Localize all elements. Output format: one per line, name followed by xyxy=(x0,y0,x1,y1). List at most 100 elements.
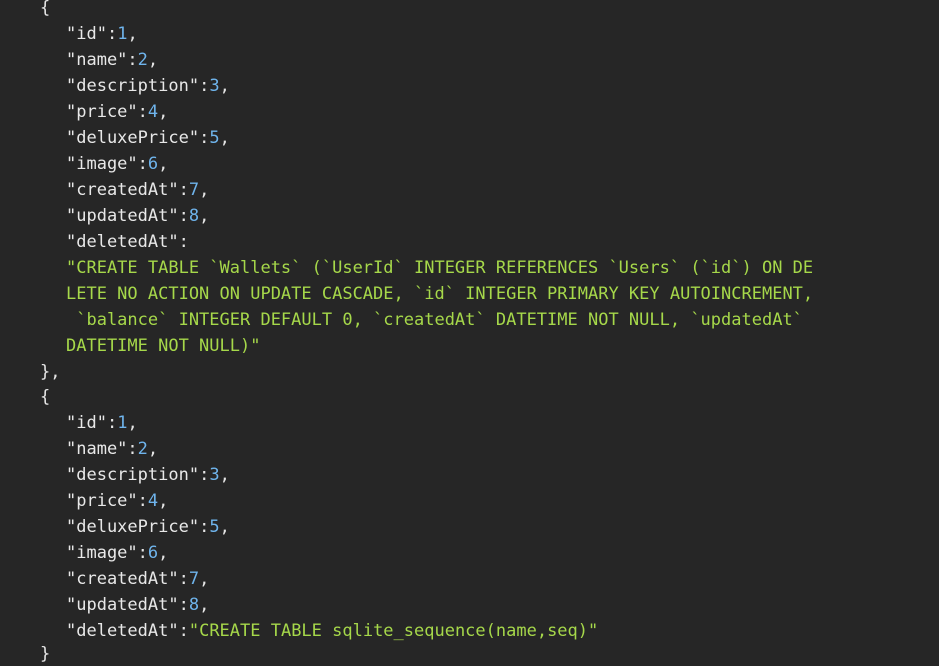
json-number: 5 xyxy=(209,128,220,148)
brace-char: } xyxy=(40,644,51,664)
code-line: "image":6, xyxy=(66,151,168,177)
code-line: "id":1, xyxy=(66,410,138,436)
comma: , xyxy=(219,465,230,485)
comma: , xyxy=(158,102,169,122)
brace-char: }, xyxy=(40,362,61,382)
code-viewer[interactable]: { "id":1, "name":2, "description":3, "pr… xyxy=(0,0,939,666)
code-line: "price":4, xyxy=(66,488,168,514)
json-number: 8 xyxy=(188,595,200,615)
code-line: "createdAt":7, xyxy=(66,177,209,203)
colon: : xyxy=(178,569,189,589)
json-key: "updatedAt" xyxy=(66,206,179,226)
json-number: 8 xyxy=(188,206,200,226)
code-line: "deletedAt": xyxy=(66,229,189,255)
json-string: "CREATE TABLE `Wallets` (`UserId` INTEGE… xyxy=(66,258,814,278)
comma: , xyxy=(127,413,138,433)
comma: , xyxy=(158,154,169,174)
json-number: 6 xyxy=(147,543,159,563)
code-line: "price":4, xyxy=(66,99,168,125)
json-key: "image" xyxy=(66,543,138,563)
comma: , xyxy=(147,50,159,70)
comma: , xyxy=(219,517,230,537)
json-key: "id" xyxy=(66,24,107,44)
code-line: "image":6, xyxy=(66,540,168,566)
colon: : xyxy=(199,128,210,148)
brace-char: { xyxy=(40,387,51,407)
json-key: "price" xyxy=(66,102,138,122)
colon: : xyxy=(178,232,189,252)
colon: : xyxy=(199,465,210,485)
json-key: "deluxePrice" xyxy=(66,517,200,537)
code-line: "name":2, xyxy=(66,436,158,462)
code-line: "id":1, xyxy=(66,21,138,47)
comma: , xyxy=(199,595,210,615)
colon: : xyxy=(127,50,138,70)
json-key: "updatedAt" xyxy=(66,595,179,615)
json-number: 7 xyxy=(188,180,200,200)
json-string: DATETIME NOT NULL)" xyxy=(66,336,261,356)
comma: , xyxy=(219,76,230,96)
json-number: 5 xyxy=(209,517,220,537)
json-string: `balance` INTEGER DEFAULT 0, `createdAt`… xyxy=(66,310,803,330)
json-number: 7 xyxy=(188,569,200,589)
close-brace: } xyxy=(40,641,50,666)
comma: , xyxy=(147,439,159,459)
colon: : xyxy=(106,413,118,433)
json-number: 2 xyxy=(137,50,148,70)
json-key: "image" xyxy=(66,154,138,174)
comma: , xyxy=(199,569,210,589)
code-line: "createdAt":7, xyxy=(66,566,209,592)
colon: : xyxy=(137,102,148,122)
code-line: "updatedAt":8, xyxy=(66,203,209,229)
json-number: 1 xyxy=(117,24,128,44)
colon: : xyxy=(178,595,189,615)
code-line: "name":2, xyxy=(66,47,158,73)
code-line: "deletedAt":"CREATE TABLE sqlite_sequenc… xyxy=(66,618,598,644)
json-string: LETE NO ACTION ON UPDATE CASCADE, `id` I… xyxy=(66,284,814,304)
json-number: 3 xyxy=(209,76,220,96)
open-brace: { xyxy=(40,0,50,21)
comma: , xyxy=(199,206,210,226)
colon: : xyxy=(178,206,189,226)
json-number: 3 xyxy=(209,465,220,485)
json-number: 2 xyxy=(137,439,148,459)
string-line: LETE NO ACTION ON UPDATE CASCADE, `id` I… xyxy=(66,281,813,307)
json-key: "createdAt" xyxy=(66,180,179,200)
comma: , xyxy=(199,180,210,200)
colon: : xyxy=(199,517,210,537)
colon: : xyxy=(106,24,118,44)
code-line: "updatedAt":8, xyxy=(66,592,209,618)
string-line: `balance` INTEGER DEFAULT 0, `createdAt`… xyxy=(66,307,803,333)
close-brace: }, xyxy=(40,359,60,385)
json-key: "description" xyxy=(66,76,200,96)
comma: , xyxy=(158,491,169,511)
colon: : xyxy=(137,543,148,563)
json-key: "name" xyxy=(66,439,128,459)
json-key: "createdAt" xyxy=(66,569,179,589)
json-key: "deletedAt" xyxy=(66,232,179,252)
json-number: 4 xyxy=(147,102,159,122)
code-line: "deluxePrice":5, xyxy=(66,514,230,540)
json-number: 6 xyxy=(147,154,159,174)
json-key: "deluxePrice" xyxy=(66,128,200,148)
code-line: "description":3, xyxy=(66,73,230,99)
colon: : xyxy=(199,76,210,96)
json-key: "description" xyxy=(66,465,200,485)
json-key: "name" xyxy=(66,50,128,70)
string-line: "CREATE TABLE `Wallets` (`UserId` INTEGE… xyxy=(66,255,813,281)
open-brace: { xyxy=(40,384,50,410)
colon: : xyxy=(127,439,138,459)
brace-char: { xyxy=(40,0,51,18)
code-line: "description":3, xyxy=(66,462,230,488)
colon: : xyxy=(178,621,189,641)
json-key: "id" xyxy=(66,413,107,433)
json-number: 1 xyxy=(117,413,128,433)
code-line: "deluxePrice":5, xyxy=(66,125,230,151)
comma: , xyxy=(158,543,169,563)
json-key: "price" xyxy=(66,491,138,511)
colon: : xyxy=(178,180,189,200)
string-line: DATETIME NOT NULL)" xyxy=(66,333,260,359)
comma: , xyxy=(127,24,138,44)
colon: : xyxy=(137,154,148,174)
comma: , xyxy=(219,128,230,148)
